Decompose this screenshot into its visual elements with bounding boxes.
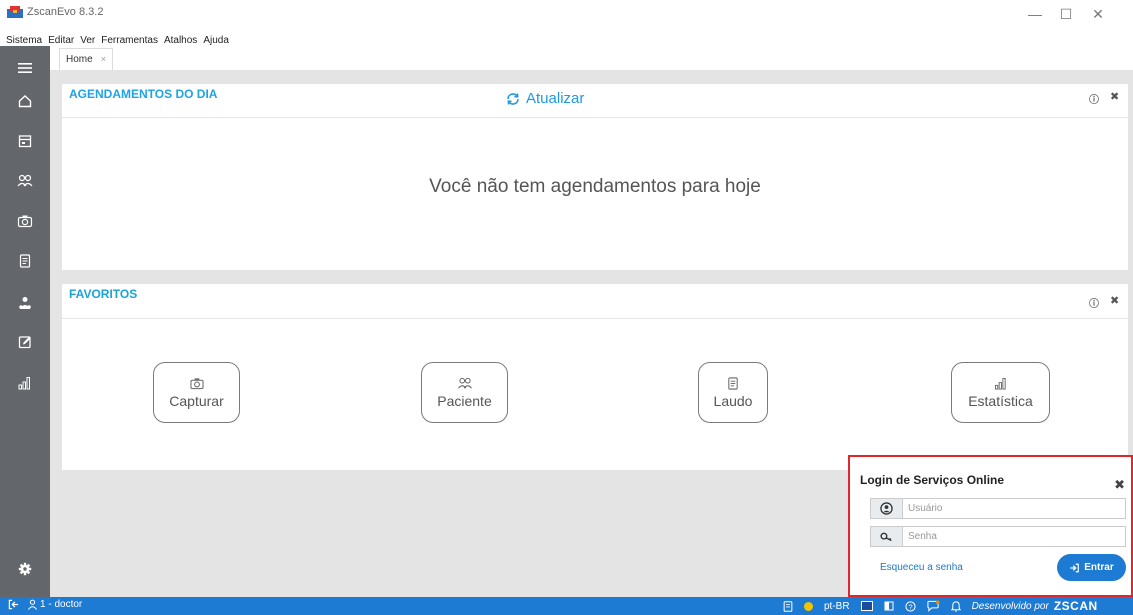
laudo-label: Laudo	[713, 393, 753, 409]
settings-icon[interactable]	[0, 558, 50, 580]
enter-label: Entrar	[1084, 562, 1114, 573]
laudo-button[interactable]: Laudo	[698, 362, 768, 423]
forgot-password-link[interactable]: Esqueceu a senha	[880, 562, 963, 573]
app-logo-icon	[7, 6, 23, 18]
capturar-button[interactable]: Capturar	[153, 362, 240, 423]
home-icon[interactable]	[0, 90, 50, 112]
help-icon[interactable]: ?	[904, 600, 916, 612]
empty-message: Você não tem agendamentos para hoje	[429, 176, 761, 197]
close-icon[interactable]: ✖	[1114, 477, 1125, 493]
refresh-icon	[507, 92, 519, 105]
patients-icon	[457, 376, 473, 390]
capturar-label: Capturar	[169, 393, 224, 409]
info-icon[interactable]: ⓘ	[1089, 91, 1099, 106]
password-field	[870, 526, 1126, 547]
refresh-label: Atualizar	[526, 90, 585, 107]
developed-by-label: Desenvolvido por	[971, 600, 1049, 612]
favoritos-panel: FAVORITOS ⓘ ✖ Capturar Paciente Laudo Es…	[62, 284, 1128, 470]
document-icon[interactable]	[0, 250, 50, 272]
close-icon[interactable]: ✖	[1110, 90, 1119, 103]
key-icon	[871, 527, 903, 546]
users-icon[interactable]	[0, 292, 50, 314]
current-user: 1 - doctor	[40, 599, 83, 610]
panel-divider	[62, 117, 1128, 118]
calendar-icon[interactable]	[0, 130, 50, 152]
tab-close-icon[interactable]: ×	[101, 54, 106, 64]
brand-logo: ZSCAN	[1053, 599, 1098, 613]
edit-icon[interactable]	[0, 331, 50, 353]
panel-divider	[62, 318, 1128, 319]
sign-in-icon	[1070, 563, 1080, 572]
paciente-button[interactable]: Paciente	[421, 362, 508, 423]
login-popup: Login de Serviços Online ✖ Esqueceu a se…	[848, 455, 1133, 597]
estatistica-button[interactable]: Estatística	[951, 362, 1050, 423]
language-indicator[interactable]: pt-BR	[824, 601, 850, 612]
document-icon[interactable]	[783, 600, 793, 612]
menu-bar: Sistema Editar Ver Ferramentas Atalhos Ajuda	[0, 30, 229, 46]
camera-icon[interactable]	[0, 210, 50, 232]
logout-icon[interactable]	[8, 599, 19, 610]
window-icon	[884, 601, 894, 611]
window-title: ZscanEvo 8.3.2	[27, 6, 104, 18]
refresh-button[interactable]: Atualizar	[505, 90, 584, 107]
agendamentos-title: AGENDAMENTOS DO DIA	[69, 87, 218, 101]
sidebar	[0, 46, 50, 597]
estatistica-label: Estatística	[968, 393, 1033, 409]
svg-text:?: ?	[908, 602, 912, 611]
patients-icon[interactable]	[0, 170, 50, 192]
menu-icon[interactable]	[0, 57, 50, 79]
flag-icon	[860, 601, 873, 611]
stats-icon	[994, 376, 1008, 390]
camera-icon	[189, 376, 205, 390]
info-icon[interactable]: ⓘ	[1089, 295, 1099, 310]
document-icon	[727, 376, 739, 390]
tab-bar: Home ×	[50, 46, 1133, 70]
password-input[interactable]	[904, 527, 1125, 546]
enter-button[interactable]: Entrar	[1057, 554, 1126, 581]
title-bar: ZscanEvo 8.3.2 — ☐ ✕	[0, 0, 1133, 30]
username-input[interactable]	[904, 499, 1125, 518]
status-bar: 1 - doctor pt-BR ? Desenvolvido por ZSCA…	[0, 597, 1133, 615]
maximize-icon[interactable]: ☐	[1051, 3, 1081, 25]
minimize-icon[interactable]: —	[1020, 3, 1050, 25]
user-icon	[871, 499, 903, 518]
chat-icon[interactable]	[926, 600, 940, 612]
close-icon[interactable]: ✖	[1110, 294, 1119, 307]
user-icon	[27, 599, 38, 610]
agendamentos-panel: AGENDAMENTOS DO DIA Atualizar ⓘ ✖ Você n…	[62, 84, 1128, 270]
tab-home-label: Home	[66, 54, 93, 65]
close-icon[interactable]: ✕	[1083, 3, 1113, 25]
bell-icon[interactable]	[950, 600, 961, 612]
tab-home[interactable]: Home ×	[59, 48, 113, 70]
stats-icon[interactable]	[0, 372, 50, 394]
paciente-label: Paciente	[437, 393, 492, 409]
status-dot-icon	[804, 601, 813, 611]
login-title: Login de Serviços Online	[860, 473, 1005, 487]
username-field	[870, 498, 1126, 519]
favoritos-title: FAVORITOS	[69, 287, 138, 301]
